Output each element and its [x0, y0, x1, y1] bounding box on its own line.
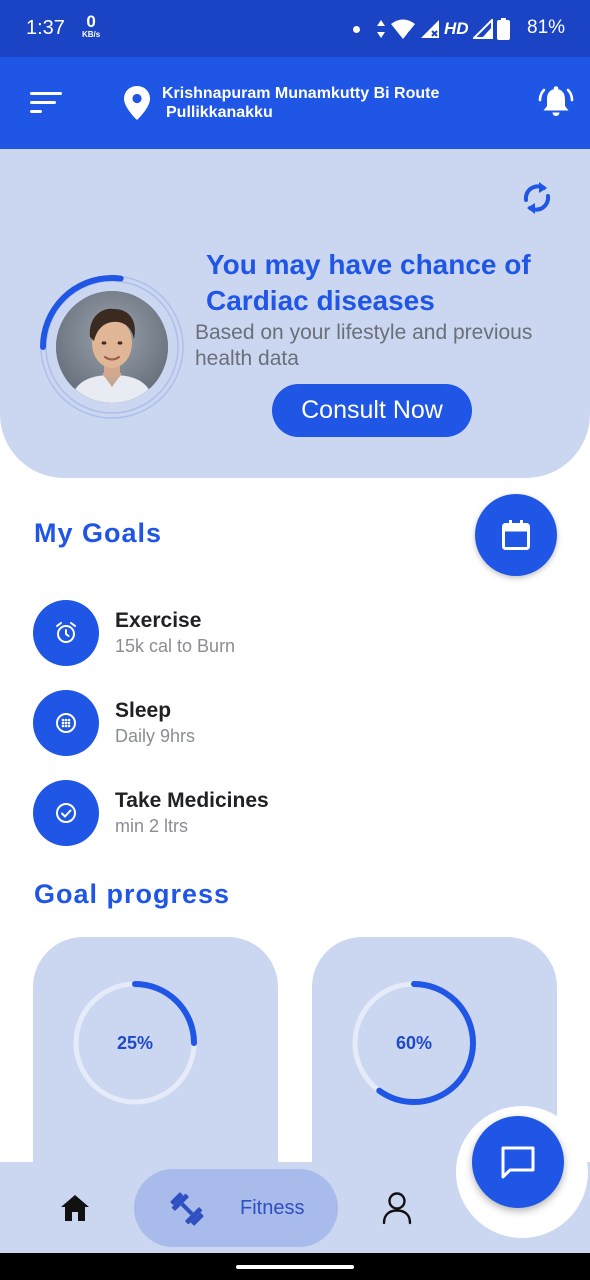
- data-arrows-icon: [377, 20, 385, 38]
- chat-icon: [501, 1146, 535, 1179]
- my-goals-title: My Goals: [34, 518, 163, 548]
- avatar[interactable]: [56, 291, 168, 403]
- goal-icon-badge: [33, 600, 99, 666]
- goal-icon-badge: [33, 780, 99, 846]
- home-icon[interactable]: [59, 1192, 91, 1224]
- calendar-button[interactable]: [475, 494, 557, 576]
- home-gesture-handle[interactable]: [236, 1265, 354, 1269]
- svg-text:4: 4: [406, 30, 411, 40]
- network-speed: 0 KB/s: [82, 13, 100, 39]
- profile-icon[interactable]: [381, 1191, 413, 1225]
- goal-icon-badge: [33, 690, 99, 756]
- bell-icon[interactable]: [538, 84, 574, 120]
- battery-icon: [496, 18, 510, 40]
- goal-item-exercise[interactable]: Exercise 15k cal to Burn: [33, 600, 463, 666]
- dot-icon: [353, 26, 360, 33]
- battery-level: 81%: [527, 17, 566, 38]
- risk-alert-card: You may have chance of Cardiac diseases …: [0, 149, 590, 478]
- goal-name: Take Medicines: [115, 789, 269, 812]
- risk-subtitle: Based on your lifestyle and previous hea…: [195, 321, 533, 370]
- goal-progress-card[interactable]: 25%: [33, 937, 278, 1177]
- avatar-risk-ring: [36, 271, 188, 423]
- risk-title: You may have chance of Cardiac diseases: [206, 249, 531, 316]
- consult-now-button[interactable]: Consult Now: [272, 384, 472, 437]
- check-circle-icon: [56, 803, 76, 823]
- app-header: Krishnapuram Munamkutty Bi Route Pullikk…: [0, 57, 590, 149]
- signal-icon: [421, 20, 439, 38]
- goal-progress-title: Goal progress: [34, 879, 231, 909]
- goal-desc: Daily 9hrs: [115, 726, 196, 746]
- signal-icon: [472, 19, 493, 39]
- system-navigation-bar: [0, 1253, 590, 1280]
- status-time: 1:37: [26, 17, 65, 39]
- grid-circle-icon: [56, 713, 76, 733]
- location-line-2: Pullikkanakku: [166, 104, 273, 121]
- network-type: HD: [444, 19, 469, 38]
- status-icons: 4 HD: [376, 17, 510, 41]
- refresh-icon[interactable]: [518, 178, 556, 218]
- alarm-clock-icon: [56, 622, 76, 643]
- menu-icon[interactable]: [30, 92, 62, 114]
- network-speed-unit: KB/s: [82, 30, 101, 39]
- goal-name: Exercise: [115, 609, 202, 632]
- location-pin-icon: [124, 86, 150, 120]
- network-speed-value: 0: [86, 12, 96, 31]
- goal-desc: 15k cal to Burn: [115, 636, 236, 656]
- goal-item-sleep[interactable]: Sleep Daily 9hrs: [33, 690, 463, 756]
- goal-name: Sleep: [115, 699, 172, 722]
- goal-desc: min 2 ltrs: [115, 816, 189, 836]
- dumbbell-icon: [170, 1192, 204, 1226]
- wifi-icon: 4: [391, 19, 415, 40]
- progress-percent: 60%: [395, 1033, 433, 1053]
- calendar-icon: [502, 520, 530, 550]
- nav-item-fitness[interactable]: Fitness: [134, 1169, 338, 1247]
- goal-item-take-medicines[interactable]: Take Medicines min 2 ltrs: [33, 780, 463, 846]
- nav-item-label: Fitness: [240, 1197, 305, 1219]
- chat-button[interactable]: [472, 1116, 564, 1208]
- location-text[interactable]: Krishnapuram Munamkutty Bi Route Pullikk…: [162, 84, 439, 122]
- progress-percent: 25%: [116, 1033, 154, 1053]
- status-bar: 1:37 0 KB/s 4 HD 81%: [0, 0, 590, 57]
- location-line-1: Krishnapuram Munamkutty Bi Route: [162, 85, 440, 102]
